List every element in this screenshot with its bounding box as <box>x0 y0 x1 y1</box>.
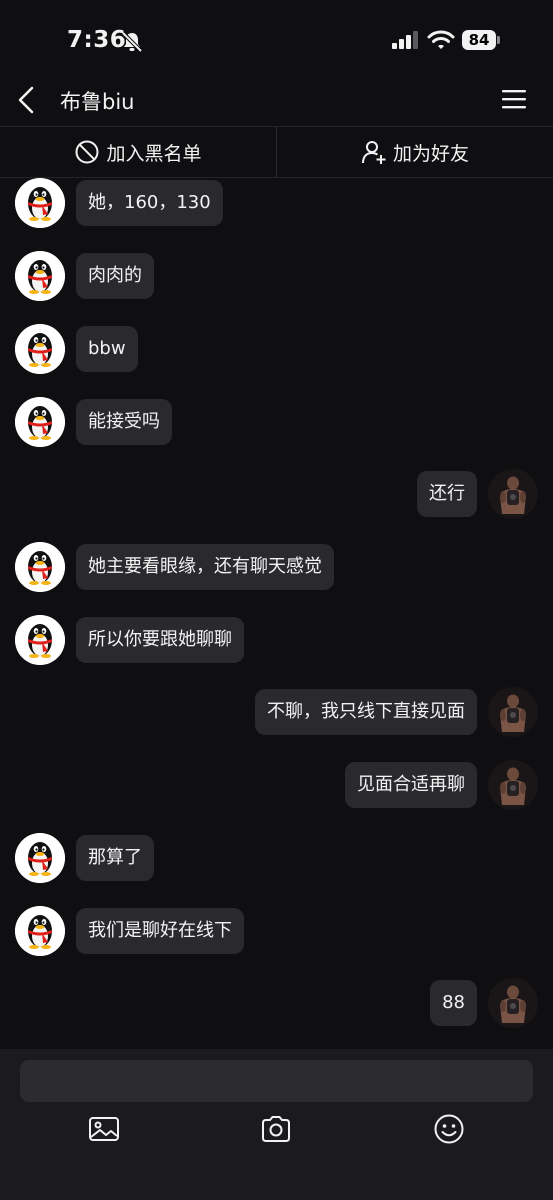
penguin-avatar[interactable] <box>15 178 65 228</box>
message-bubble[interactable]: 肉肉的 <box>76 253 154 299</box>
nav-bar: 布鲁biu <box>0 78 553 126</box>
message-bubble[interactable]: 所以你要跟她聊聊 <box>76 617 244 663</box>
penguin-avatar[interactable] <box>15 906 65 956</box>
user-photo-avatar[interactable] <box>488 760 538 810</box>
message-bubble[interactable]: 那算了 <box>76 835 154 881</box>
battery-nub <box>497 36 500 44</box>
action-bar: 加入黑名单 加为好友 <box>0 126 553 178</box>
message-row: 不聊，我只线下直接见面 <box>0 687 553 737</box>
message-row: 肉肉的 <box>0 251 553 301</box>
message-row: 我们是聊好在线下 <box>0 906 553 956</box>
battery-indicator: 84 <box>462 30 502 50</box>
status-time: 7:36 <box>67 27 127 53</box>
composer <box>0 1049 553 1200</box>
message-bubble[interactable]: bbw <box>76 326 138 372</box>
add-user-icon <box>361 141 386 164</box>
message-input[interactable] <box>20 1060 533 1102</box>
menu-icon[interactable] <box>500 87 528 111</box>
cellular-signal-icon <box>392 31 418 49</box>
block-button[interactable]: 加入黑名单 <box>0 127 276 177</box>
battery-level: 84 <box>462 30 496 50</box>
message-row: bbw <box>0 324 553 374</box>
message-row: 她主要看眼缘，还有聊天感觉 <box>0 542 553 592</box>
message-row: 还行 <box>0 469 553 519</box>
penguin-avatar[interactable] <box>15 615 65 665</box>
image-icon[interactable] <box>87 1112 121 1146</box>
back-arrow-icon[interactable] <box>14 82 40 118</box>
block-label: 加入黑名单 <box>106 142 202 165</box>
message-bubble[interactable]: 不聊，我只线下直接见面 <box>255 689 477 735</box>
penguin-avatar[interactable] <box>15 251 65 301</box>
silent-bell-icon <box>121 31 143 53</box>
message-bubble[interactable]: 见面合适再聊 <box>345 762 477 808</box>
message-bubble[interactable]: 88 <box>430 980 477 1026</box>
message-row: 她，160，130 <box>0 178 553 228</box>
message-row: 88 <box>0 978 553 1028</box>
user-photo-avatar[interactable] <box>488 978 538 1028</box>
camera-icon[interactable] <box>259 1112 293 1146</box>
chat-title: 布鲁biu <box>60 90 135 114</box>
penguin-avatar[interactable] <box>15 542 65 592</box>
user-photo-avatar[interactable] <box>488 687 538 737</box>
message-bubble[interactable]: 还行 <box>417 471 477 517</box>
message-list[interactable]: 她，160，130 肉肉的 bbw 能接受吗 还行 她主要看眼缘，还有聊天感觉 … <box>0 176 553 1049</box>
penguin-avatar[interactable] <box>15 833 65 883</box>
user-photo-avatar[interactable] <box>488 469 538 519</box>
add-friend-button[interactable]: 加为好友 <box>276 127 553 177</box>
message-bubble[interactable]: 她主要看眼缘，还有聊天感觉 <box>76 544 334 590</box>
add-friend-label: 加为好友 <box>392 142 469 165</box>
message-bubble[interactable]: 她，160，130 <box>76 180 223 226</box>
message-bubble[interactable]: 能接受吗 <box>76 399 172 445</box>
wifi-icon <box>427 30 455 49</box>
message-row: 所以你要跟她聊聊 <box>0 615 553 665</box>
block-icon <box>75 140 99 164</box>
status-bar: 7:36 84 <box>0 0 553 78</box>
message-row: 那算了 <box>0 833 553 883</box>
penguin-avatar[interactable] <box>15 324 65 374</box>
emoji-icon[interactable] <box>432 1112 466 1146</box>
message-row: 能接受吗 <box>0 397 553 447</box>
message-row: 见面合适再聊 <box>0 760 553 810</box>
message-bubble[interactable]: 我们是聊好在线下 <box>76 908 244 954</box>
penguin-avatar[interactable] <box>15 397 65 447</box>
